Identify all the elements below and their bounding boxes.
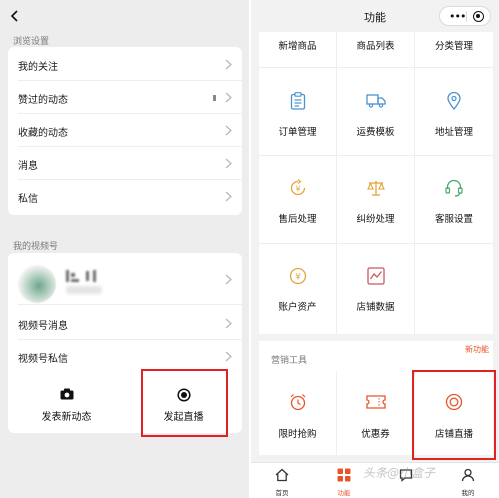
row-label: 赞过的动态 (18, 95, 68, 106)
alarm-clock-icon (290, 394, 305, 411)
grid-item-empty (415, 244, 493, 334)
row-messages[interactable]: 消息 (8, 147, 242, 180)
grid-item-label: 订单管理 (278, 127, 317, 138)
more-icon[interactable]: ••• (449, 11, 466, 22)
grid-item-store-data[interactable]: 店铺数据 (337, 244, 415, 334)
highlight-box (412, 370, 496, 460)
store-functions-panel: 功能 ••• 新增商品 商品列表 分类管理 订单管理 运费模板 地址管理 ¥ 售… (251, 0, 499, 498)
row-label: 视频号私信 (18, 354, 68, 365)
row-saved-posts[interactable]: 收藏的动态 (8, 114, 242, 147)
grid-item-order-management[interactable]: 订单管理 (259, 68, 337, 156)
svg-text:¥: ¥ (295, 185, 300, 194)
scale-icon (366, 181, 385, 196)
home-icon (275, 468, 289, 482)
row-label: 我的关注 (18, 62, 58, 73)
grid-item-label: 纠纷处理 (356, 214, 395, 225)
chevron-right-icon (225, 59, 232, 70)
grid-item-customer-service[interactable]: 客服设置 (415, 156, 493, 244)
chevron-right-icon (225, 92, 232, 103)
highlight-box (141, 369, 228, 437)
clipboard-icon (290, 92, 305, 110)
grid-item-coupon[interactable]: 优惠券 (337, 371, 415, 455)
browse-settings-label: 浏览设置 (13, 37, 50, 47)
tab-label: 功能 (337, 489, 351, 497)
row-label: 消息 (18, 161, 38, 172)
grid-item-category-management[interactable]: 分类管理 (415, 32, 493, 68)
row-label: 收藏的动态 (18, 128, 68, 139)
grid-item-label: 新增商品 (278, 41, 317, 52)
blurred-channel-info (66, 286, 102, 294)
row-liked-posts[interactable]: 赞过的动态 (8, 81, 242, 114)
function-grid: 新增商品 商品列表 分类管理 订单管理 运费模板 地址管理 ¥ 售后处理 纠纷处… (259, 32, 493, 334)
grid-item-label: 地址管理 (434, 127, 473, 138)
channel-profile-row[interactable] (8, 253, 242, 305)
location-pin-icon (447, 92, 461, 110)
chevron-right-icon (225, 274, 232, 285)
grid-item-address-management[interactable]: 地址管理 (415, 68, 493, 156)
grid-item-shipping-template[interactable]: 运费模板 (337, 68, 415, 156)
marketing-tools-title: 营销工具 (271, 356, 308, 366)
headset-icon (445, 179, 463, 197)
chevron-right-icon (225, 158, 232, 169)
my-channels-label: 我的视频号 (13, 242, 59, 252)
yen-icon: ¥ (289, 267, 306, 285)
grid-item-add-product[interactable]: 新增商品 (259, 32, 337, 68)
grid-item-label: 运费模板 (356, 127, 395, 138)
title-bar: 功能 ••• (251, 0, 499, 32)
avatar (18, 265, 56, 303)
row-label: 私信 (18, 194, 38, 205)
chevron-right-icon (225, 351, 232, 362)
coupon-icon (365, 395, 386, 409)
row-my-follows[interactable]: 我的关注 (8, 48, 242, 81)
lock-icon (213, 95, 216, 101)
blurred-channel-name (66, 270, 104, 282)
row-private-messages[interactable]: 私信 (8, 180, 242, 213)
grid-item-product-list[interactable]: 商品列表 (337, 32, 415, 68)
grid-item-label: 店铺数据 (356, 302, 395, 313)
capsule-divider (466, 11, 467, 22)
chart-icon (366, 267, 385, 285)
grid-item-label: 客服设置 (434, 214, 473, 225)
post-new-update-button[interactable]: 发表新动态 (8, 370, 125, 434)
camera-icon (60, 388, 73, 400)
tab-home[interactable]: 首页 (251, 463, 313, 498)
divider (18, 304, 242, 305)
watermark-text: 头条@小盒子 (363, 466, 436, 480)
row-channel-messages[interactable]: 视频号消息 (8, 307, 242, 340)
back-arrow-icon[interactable] (8, 9, 22, 23)
grid-item-label: 分类管理 (434, 41, 473, 52)
grid-item-label: 限时抢购 (278, 429, 317, 440)
grid-item-label: 商品列表 (356, 41, 395, 52)
chevron-right-icon (225, 125, 232, 136)
grid-item-label: 账户资产 (278, 302, 317, 313)
grid-item-flash-sale[interactable]: 限时抢购 (259, 371, 337, 455)
tab-label: 首页 (275, 489, 289, 497)
post-new-update-label: 发表新动态 (41, 412, 92, 423)
grid-item-label: 售后处理 (278, 214, 317, 225)
grid-item-label: 优惠券 (361, 429, 390, 440)
close-icon[interactable] (473, 11, 484, 22)
grid-item-after-sales[interactable]: ¥ 售后处理 (259, 156, 337, 244)
grid-item-account-assets[interactable]: ¥ 账户资产 (259, 244, 337, 334)
truck-icon (365, 94, 386, 108)
tab-label: 我的 (461, 489, 475, 497)
new-feature-badge: 新功能 (465, 345, 489, 354)
browse-settings-card: 我的关注 赞过的动态 收藏的动态 消息 私信 (8, 47, 242, 215)
grid-icon (337, 468, 351, 482)
user-icon (461, 468, 475, 482)
after-sales-icon: ¥ (290, 179, 305, 196)
tab-mine[interactable]: 我的 (437, 463, 499, 498)
mini-program-capsule: ••• (439, 6, 491, 26)
grid-item-dispute-handling[interactable]: 纠纷处理 (337, 156, 415, 244)
chevron-right-icon (225, 191, 232, 202)
svg-text:¥: ¥ (295, 273, 301, 283)
chevron-right-icon (225, 318, 232, 329)
wechat-settings-panel: 浏览设置 我的关注 赞过的动态 收藏的动态 消息 私信 我的视频号 视频号消息 … (0, 0, 249, 498)
row-label: 视频号消息 (18, 321, 68, 332)
